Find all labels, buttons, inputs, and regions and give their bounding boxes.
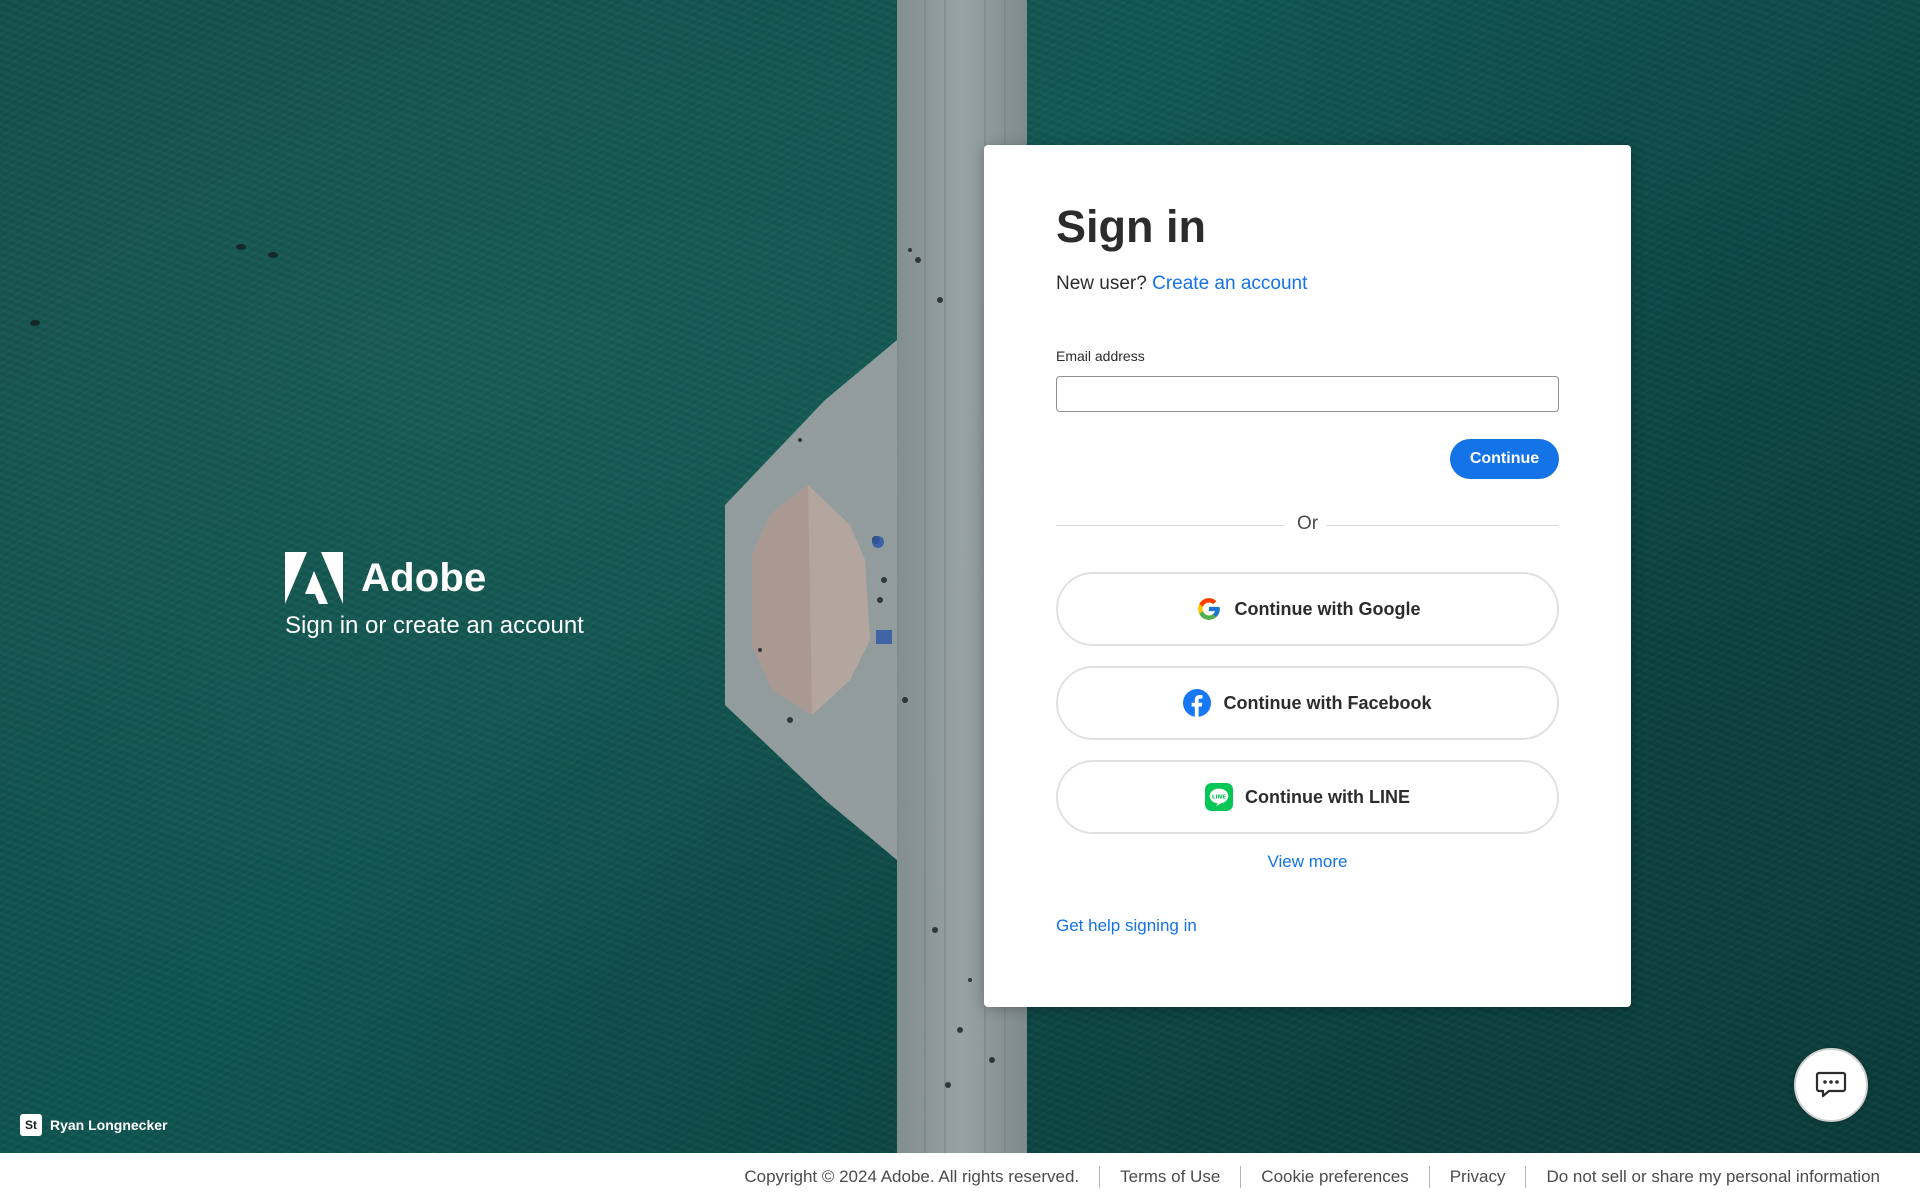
facebook-icon <box>1183 689 1212 717</box>
svg-text:LINE: LINE <box>1212 794 1226 800</box>
cookie-preferences-link[interactable]: Cookie preferences <box>1261 1167 1408 1187</box>
terms-of-use-link[interactable]: Terms of Use <box>1120 1167 1220 1187</box>
google-button-label: Continue with Google <box>1234 598 1421 619</box>
adobe-logo-icon <box>285 552 343 604</box>
chat-button[interactable] <box>1794 1048 1868 1122</box>
line-button-label: Continue with LINE <box>1245 786 1410 807</box>
create-account-link[interactable]: Create an account <box>1152 273 1307 294</box>
chat-icon <box>1815 1071 1847 1098</box>
swimmer <box>268 252 278 258</box>
signin-card: Sign in New user? Create an account Emai… <box>984 145 1631 1007</box>
page-title: Sign in <box>1056 201 1206 252</box>
continue-with-google-button[interactable]: Continue with Google <box>1056 572 1559 646</box>
new-user-prompt: New user? <box>1056 273 1147 294</box>
continue-with-line-button[interactable]: LINE Continue with LINE <box>1056 760 1559 834</box>
brand-block: Adobe Sign in or create an account <box>285 552 584 640</box>
divider-line <box>1327 525 1559 526</box>
footer-separator <box>1240 1165 1242 1188</box>
email-label: Email address <box>1056 348 1145 364</box>
facebook-button-label: Continue with Facebook <box>1223 692 1432 713</box>
email-field[interactable] <box>1056 376 1559 412</box>
view-more-row: View more <box>1056 852 1559 872</box>
view-more-link[interactable]: View more <box>1268 852 1348 871</box>
swimmer <box>30 320 40 326</box>
photo-credit[interactable]: St Ryan Longnecker <box>20 1114 167 1136</box>
get-help-signing-in-link[interactable]: Get help signing in <box>1056 916 1197 936</box>
privacy-link[interactable]: Privacy <box>1450 1167 1506 1187</box>
do-not-sell-link[interactable]: Do not sell or share my personal informa… <box>1546 1167 1880 1187</box>
new-user-line: New user? Create an account <box>1056 273 1307 295</box>
continue-with-facebook-button[interactable]: Continue with Facebook <box>1056 666 1559 740</box>
google-icon <box>1195 595 1223 623</box>
footer-separator <box>1525 1165 1527 1188</box>
footer-separator <box>1428 1165 1430 1188</box>
photo-credit-name: Ryan Longnecker <box>50 1117 168 1133</box>
continue-button[interactable]: Continue <box>1450 439 1559 479</box>
stock-badge-icon: St <box>20 1114 42 1136</box>
line-icon: LINE <box>1205 783 1233 811</box>
swimmer <box>236 244 246 250</box>
brand-tagline: Sign in or create an account <box>285 612 584 639</box>
footer-separator <box>1099 1165 1101 1188</box>
copyright-text: Copyright © 2024 Adobe. All rights reser… <box>744 1166 1080 1186</box>
brand-name: Adobe <box>361 555 487 600</box>
or-divider: Or <box>1056 513 1559 537</box>
or-label: Or <box>1296 513 1319 534</box>
footer: Copyright © 2024 Adobe. All rights reser… <box>0 1153 1920 1200</box>
